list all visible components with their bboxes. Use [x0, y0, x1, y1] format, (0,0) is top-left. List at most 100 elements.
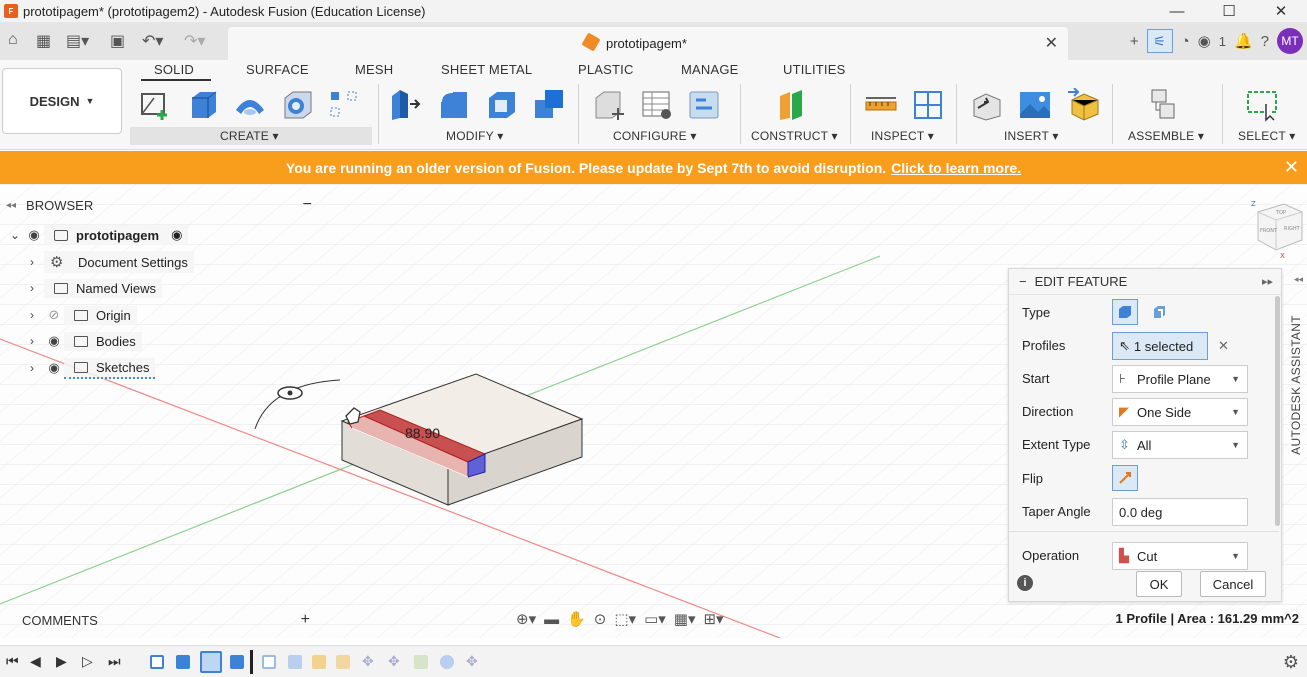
minimize-button[interactable]: — — [1151, 0, 1203, 22]
select-icon[interactable] — [1246, 88, 1280, 122]
banner-learn-more-link[interactable]: Click to learn more. — [891, 160, 1021, 176]
chevron-right-icon[interactable]: › — [30, 308, 44, 322]
timeline-extrude-icon[interactable] — [230, 655, 244, 669]
browser-item-origin[interactable]: › ⊘ Origin — [30, 304, 137, 326]
user-avatar[interactable]: MT — [1277, 28, 1303, 54]
operation-select[interactable]: ▙ Cut ▼ — [1112, 542, 1248, 570]
group-select[interactable]: SELECT ▾ — [1238, 129, 1295, 143]
collapse-panel-icon[interactable]: ◂◂ — [6, 200, 16, 211]
pattern-icon[interactable] — [328, 88, 362, 122]
hidden-eye-icon[interactable]: ⊘ — [44, 307, 64, 323]
configuration-table-icon[interactable] — [640, 88, 674, 122]
timeline-sketch-icon[interactable] — [150, 655, 164, 669]
pan-hand-icon[interactable]: ✋ — [567, 610, 586, 628]
group-inspect[interactable]: INSPECT ▾ — [871, 129, 934, 143]
extrude-icon[interactable] — [186, 88, 220, 122]
browser-item-bodies[interactable]: › ◉ Bodies — [30, 330, 142, 352]
extent-type-select[interactable]: ⇳ All ▼ — [1112, 431, 1248, 459]
workspace-switcher[interactable]: DESIGN ▼ — [2, 68, 122, 134]
new-tab-icon[interactable]: + — [1130, 33, 1139, 50]
visibility-eye-icon[interactable]: ◉ — [44, 360, 64, 376]
extensions-icon[interactable]: ◔ — [1181, 33, 1190, 50]
edit-feature-header[interactable]: − EDIT FEATURE ▸▸ — [1009, 269, 1281, 295]
clear-selection-icon[interactable]: ✕ — [1218, 338, 1229, 354]
display-settings-icon[interactable]: ▭▾ — [644, 610, 666, 628]
hole-icon[interactable] — [281, 88, 315, 122]
insert-derive-icon[interactable] — [970, 88, 1004, 122]
home-icon[interactable]: ⌂ — [8, 31, 18, 49]
timeline-settings-gear-icon[interactable]: ⚙ — [1283, 652, 1299, 673]
direction-select[interactable]: ◤ One Side ▼ — [1112, 398, 1248, 426]
combine-icon[interactable] — [533, 88, 567, 122]
timeline-suppressed-feature-icon[interactable] — [336, 655, 350, 669]
chevron-right-icon[interactable]: › — [30, 281, 44, 295]
notifications-bell-icon[interactable]: 🔔 — [1234, 32, 1253, 50]
add-comment-icon[interactable]: + — [301, 611, 310, 629]
step-forward-icon[interactable]: ▷ — [82, 653, 93, 670]
visibility-eye-icon[interactable]: ◉ — [44, 333, 64, 349]
timeline-move-icon[interactable]: ✥ — [466, 653, 478, 670]
activate-radio-icon[interactable]: ◉ — [171, 227, 182, 243]
timeline-hole-icon[interactable] — [440, 655, 454, 669]
save-icon[interactable]: ▣ — [110, 31, 125, 51]
browser-item-document-settings[interactable]: › ⚙ Document Settings — [30, 251, 194, 273]
dialog-scrollbar[interactable] — [1275, 296, 1280, 526]
group-insert[interactable]: INSERT ▾ — [1004, 129, 1059, 143]
timeline-extrude-icon[interactable] — [176, 655, 190, 669]
orbit-icon[interactable]: ⊕▾ — [516, 610, 536, 628]
chevron-right-icon[interactable]: › — [30, 361, 44, 375]
tab-solid[interactable]: SOLID — [154, 62, 194, 77]
viewports-icon[interactable]: ⊞▾ — [703, 610, 723, 628]
look-at-icon[interactable]: ▬ — [544, 611, 559, 628]
solid-type-icon[interactable] — [1112, 299, 1138, 325]
chevron-down-icon[interactable]: ⌄ — [10, 228, 24, 242]
redo-icon[interactable]: ↷▾ — [184, 31, 205, 51]
ok-button[interactable]: OK — [1136, 571, 1182, 597]
timeline-suppressed-sketch-icon[interactable] — [262, 655, 276, 669]
new-component-icon[interactable] — [1150, 88, 1184, 122]
go-to-end-icon[interactable]: ⏭ — [108, 653, 121, 670]
press-pull-icon[interactable] — [388, 88, 422, 122]
browser-root-item[interactable]: ⌄ ◉ prototipagem ◉ — [10, 224, 189, 246]
group-construct[interactable]: CONSTRUCT ▾ — [751, 129, 838, 143]
grid-settings-icon[interactable]: ▦▾ — [674, 610, 696, 628]
collapse-assistant-icon[interactable]: ◂◂ — [1294, 274, 1303, 285]
tab-utilities[interactable]: UTILITIES — [783, 62, 845, 77]
browser-minimize-icon[interactable]: − — [303, 196, 312, 214]
expand-dialog-icon[interactable]: ▸▸ — [1262, 275, 1273, 288]
step-back-icon[interactable]: ◀ — [30, 653, 41, 670]
file-menu-icon[interactable]: ▤▾ — [66, 31, 89, 51]
start-select[interactable]: ⊦ Profile Plane ▼ — [1112, 365, 1248, 393]
group-create[interactable]: CREATE ▾ — [220, 129, 279, 143]
group-assemble[interactable]: ASSEMBLE ▾ — [1128, 129, 1204, 143]
tab-mesh[interactable]: MESH — [355, 62, 393, 77]
collapse-dialog-icon[interactable]: − — [1019, 274, 1027, 289]
tab-plastic[interactable]: PLASTIC — [578, 62, 634, 77]
fillet-icon[interactable] — [437, 88, 471, 122]
play-icon[interactable]: ▶ — [56, 653, 67, 670]
timeline-marker[interactable] — [250, 650, 253, 674]
undo-icon[interactable]: ↶▾ — [142, 31, 163, 51]
configure-design-icon[interactable] — [592, 88, 626, 122]
apps-grid-icon[interactable]: ▦ — [36, 31, 51, 51]
tab-surface[interactable]: SURFACE — [246, 62, 309, 77]
chevron-right-icon[interactable]: › — [30, 334, 44, 348]
help-icon[interactable]: ? — [1261, 33, 1269, 50]
timeline-plane-icon[interactable] — [414, 655, 428, 669]
measure-icon[interactable] — [864, 88, 898, 122]
timeline-move-icon[interactable]: ✥ — [388, 653, 400, 670]
document-tab[interactable]: prototipagem* ✕ — [228, 27, 1068, 60]
browser-header[interactable]: ◂◂ BROWSER − — [0, 192, 322, 218]
browser-item-named-views[interactable]: › Named Views — [30, 277, 162, 299]
close-document-tab-icon[interactable]: ✕ — [1045, 33, 1058, 53]
job-status-icon[interactable]: ◉ — [1198, 32, 1211, 50]
flip-toggle-icon[interactable] — [1112, 465, 1138, 491]
cancel-button[interactable]: Cancel — [1200, 571, 1266, 597]
maximize-button[interactable]: ☐ — [1203, 0, 1255, 22]
configuration-rules-icon[interactable] — [688, 88, 722, 122]
timeline-suppressed-extrude-icon[interactable] — [288, 655, 302, 669]
section-analysis-icon[interactable] — [911, 88, 945, 122]
tab-manage[interactable]: MANAGE — [681, 62, 739, 77]
assistant-side-tab[interactable]: ◂◂ AUTODESK ASSISTANT — [1288, 274, 1307, 490]
go-to-start-icon[interactable]: ⏮ — [6, 653, 19, 670]
